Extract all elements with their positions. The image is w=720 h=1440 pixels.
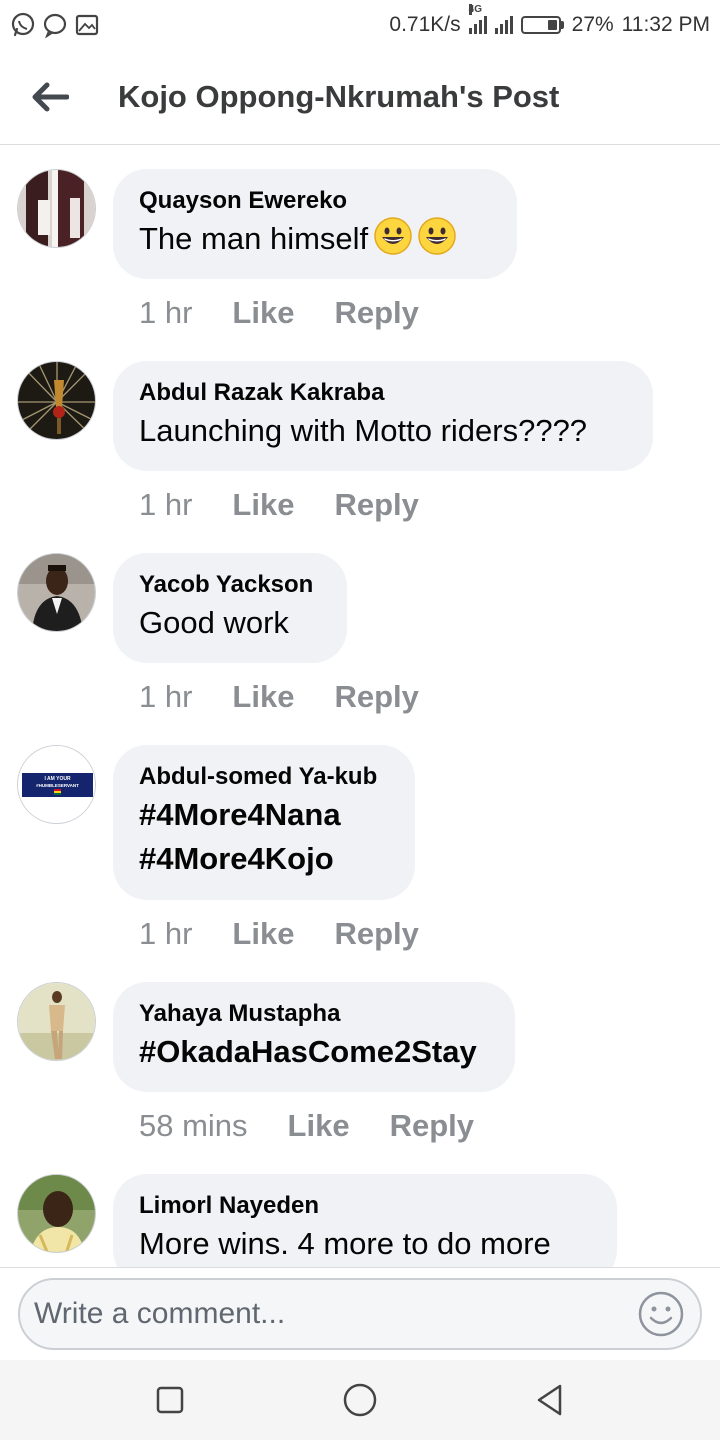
comment-bubble: Yahaya Mustapha #OkadaHasCome2Stay xyxy=(113,982,515,1092)
avatar[interactable] xyxy=(17,361,96,440)
status-bar: 0.71K/s 4G 27% 11:32 PM xyxy=(0,0,720,50)
comment-author[interactable]: Limorl Nayeden xyxy=(139,1192,591,1220)
network-type-label: 4G xyxy=(468,4,482,15)
comment-bubble: Yacob Yackson Good work xyxy=(113,553,347,663)
comment-author[interactable]: Abdul Razak Kakraba xyxy=(139,379,627,407)
comment-actions: 1 hr Like Reply xyxy=(139,916,419,952)
comment-input-wrapper xyxy=(18,1278,702,1350)
comment-bubble: Quayson Ewereko The man himself xyxy=(113,169,517,279)
recent-apps-icon xyxy=(156,1386,184,1414)
battery-icon xyxy=(520,16,564,34)
comment-time: 1 hr xyxy=(139,679,193,714)
page-title: Kojo Oppong-Nkrumah's Post xyxy=(118,79,560,114)
like-button[interactable]: Like xyxy=(232,679,294,715)
comment-actions: 58 mins Like Reply xyxy=(139,1108,474,1144)
recent-apps-button[interactable] xyxy=(150,1380,190,1420)
reply-button[interactable]: Reply xyxy=(334,679,418,715)
comment-bubble: Abdul-somed Ya-kub #4More4Nana #4More4Ko… xyxy=(113,745,415,900)
battery-percent: 27% xyxy=(571,13,614,36)
comment-time: 58 mins xyxy=(139,1108,248,1143)
comment-text-line: The man himself xyxy=(139,221,369,256)
comment-bubble: Limorl Nayeden More wins. 4 more to do m… xyxy=(113,1174,617,1267)
like-button[interactable]: Like xyxy=(232,916,294,952)
comment-text: Launching with Motto riders???? xyxy=(139,413,588,448)
comment-input[interactable] xyxy=(34,1297,636,1331)
comment-author[interactable]: Yacob Yackson xyxy=(139,571,321,599)
net-speed: 0.71K/s xyxy=(389,13,461,36)
comment-bubble: Abdul Razak Kakraba Launching with Motto… xyxy=(113,361,653,471)
reply-button[interactable]: Reply xyxy=(334,295,418,331)
comment-time: 1 hr xyxy=(139,295,193,330)
whatsapp-icon xyxy=(10,12,36,38)
messenger-icon xyxy=(42,12,68,38)
avatar[interactable] xyxy=(17,553,96,632)
smiley-icon xyxy=(638,1291,684,1337)
signal-icon xyxy=(494,16,513,34)
comment-composer xyxy=(0,1267,720,1360)
like-button[interactable]: Like xyxy=(232,295,294,331)
notification-icons xyxy=(10,12,100,38)
avatar-badge-line-1: I AM YOUR xyxy=(44,776,71,782)
comment-text: Good work xyxy=(139,605,289,640)
like-button[interactable]: Like xyxy=(232,487,294,523)
reply-button[interactable]: Reply xyxy=(334,487,418,523)
comment-author[interactable]: Yahaya Mustapha xyxy=(139,1000,489,1028)
comment-actions: 1 hr Like Reply xyxy=(139,679,419,715)
avatar[interactable] xyxy=(17,1174,96,1253)
like-button[interactable]: Like xyxy=(288,1108,350,1144)
post-header: Kojo Oppong-Nkrumah's Post xyxy=(0,50,720,145)
gallery-notification-icon xyxy=(74,12,100,38)
arrow-left-icon xyxy=(32,82,69,112)
avatar[interactable] xyxy=(17,982,96,1061)
clock: 11:32 PM xyxy=(621,13,710,36)
status-indicators: 0.71K/s 4G 27% 11:32 PM xyxy=(389,4,710,37)
avatar[interactable] xyxy=(17,169,96,248)
home-button[interactable] xyxy=(340,1380,380,1420)
avatar[interactable]: I AM YOUR #HUMBLESERVANT xyxy=(17,745,96,824)
home-icon xyxy=(343,1383,377,1417)
comment-author[interactable]: Abdul-somed Ya-kub xyxy=(139,763,389,791)
comment-actions: 1 hr Like Reply xyxy=(139,295,419,331)
grinning-face-emoji-icon xyxy=(374,217,412,267)
back-button[interactable] xyxy=(0,50,100,145)
back-icon xyxy=(537,1384,562,1416)
comment-time: 1 hr xyxy=(139,487,193,522)
system-back-button[interactable] xyxy=(530,1380,570,1420)
comment-text: More wins. 4 more to do more xyxy=(139,1226,551,1261)
comment-text-line: #4More4Kojo xyxy=(139,841,334,876)
comment-time: 1 hr xyxy=(139,916,193,951)
comment-text: #OkadaHasCome2Stay xyxy=(139,1034,477,1069)
comment-actions: 1 hr Like Reply xyxy=(139,487,419,523)
comment-list: Quayson Ewereko The man himself 1 hr Lik… xyxy=(0,145,720,1267)
avatar-badge-line-2: #HUMBLESERVANT xyxy=(36,783,79,788)
emoji-button[interactable] xyxy=(636,1289,686,1339)
reply-button[interactable]: Reply xyxy=(334,916,418,952)
reply-button[interactable]: Reply xyxy=(390,1108,474,1144)
signal-4g-icon: 4G xyxy=(468,4,487,34)
comment-text: The man himself xyxy=(139,217,491,267)
system-nav-bar xyxy=(0,1360,720,1440)
grinning-face-emoji-icon xyxy=(418,217,456,267)
comment-author[interactable]: Quayson Ewereko xyxy=(139,187,491,215)
comment-text-line: #4More4Nana xyxy=(139,797,341,832)
